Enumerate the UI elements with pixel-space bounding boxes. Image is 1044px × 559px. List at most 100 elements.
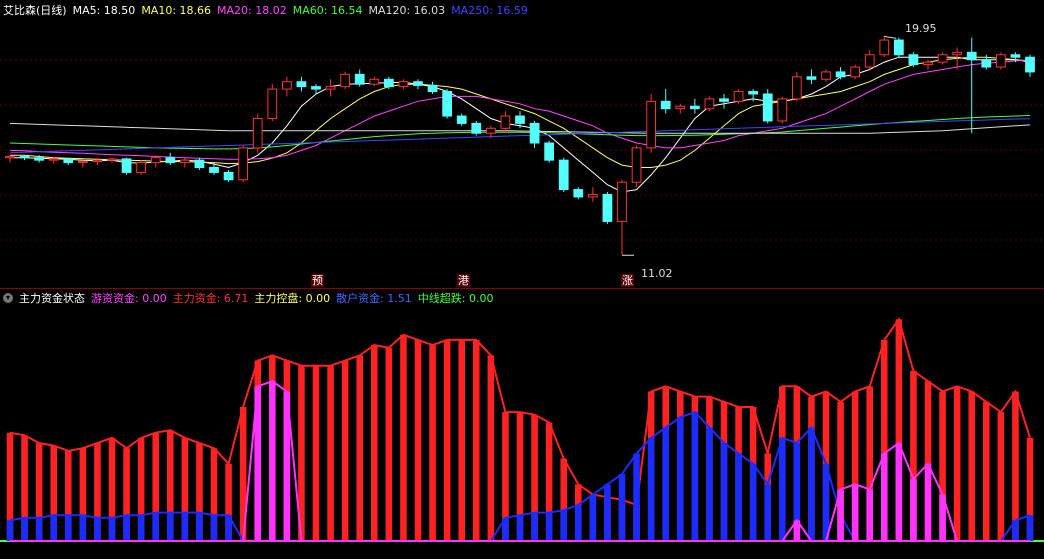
retail-funds-bar: [808, 427, 815, 541]
candle-body-up: [136, 162, 147, 173]
candle-body-down: [121, 158, 132, 173]
main-funds-bar: [968, 391, 975, 541]
candle: [456, 113, 467, 126]
candle-body-up: [179, 159, 190, 164]
candle-body-up: [587, 193, 598, 198]
candle-body-down: [966, 51, 977, 61]
candle: [107, 157, 117, 163]
candle: [442, 89, 453, 119]
candle: [77, 160, 88, 168]
candle-body-down: [558, 159, 569, 191]
candle-body-up: [325, 86, 336, 90]
candle: [281, 76, 292, 97]
candle: [777, 96, 788, 124]
candle: [762, 89, 773, 124]
candle-body-down: [19, 155, 30, 159]
retail-funds-bar: [181, 512, 189, 541]
retail-funds-bar: [735, 453, 742, 541]
candle: [19, 155, 30, 161]
retail-funds-bar: [35, 517, 43, 541]
candle-body-down: [806, 76, 817, 80]
hot-money-bar-b: [895, 443, 903, 541]
candle-body-up: [92, 159, 103, 162]
candle-body-up: [995, 54, 1006, 68]
candle-body-up: [631, 147, 642, 183]
retail-funds-bar: [1026, 515, 1034, 541]
candle-body-down: [573, 189, 584, 198]
main-funds-bar: [458, 339, 465, 541]
candle-body-up: [238, 147, 249, 181]
hot-money-bar-b: [866, 489, 873, 541]
funds-status-chart[interactable]: [0, 289, 1044, 559]
retail-funds-bar: [123, 515, 130, 541]
retail-funds-bar: [65, 515, 72, 541]
candle-body-up: [107, 158, 117, 161]
candle-body-down: [34, 157, 45, 161]
retail-funds-bar: [647, 437, 655, 541]
main-funds-bar: [327, 365, 334, 541]
hot-money-bar-b: [881, 453, 888, 541]
candle-body-up: [150, 157, 161, 164]
candle-body-down: [1010, 54, 1021, 58]
candle-body-down: [689, 105, 700, 110]
candle-body-down: [602, 193, 613, 222]
retail-funds-bar: [589, 494, 597, 541]
candle: [179, 157, 190, 168]
candle: [850, 64, 861, 80]
candle-body-down: [529, 122, 540, 144]
candle-body-down: [1025, 56, 1035, 73]
candle-body-up: [485, 127, 496, 134]
candle-body-up: [48, 158, 59, 161]
candle: [719, 93, 729, 109]
candle-body-down: [427, 84, 438, 93]
candle-body-up: [646, 100, 657, 149]
candle-body-up: [369, 78, 380, 85]
retail-funds-bar: [516, 515, 524, 541]
candle: [689, 98, 700, 114]
main-funds-bar: [429, 345, 436, 541]
low-price-label: 11.02: [641, 267, 673, 280]
candle: [704, 96, 715, 112]
candle: [471, 120, 482, 136]
candle: [791, 71, 802, 102]
candle: [238, 145, 249, 183]
candle-body-up: [675, 105, 686, 110]
candle-body-down: [296, 81, 307, 88]
candle: [252, 113, 263, 153]
retail-funds-bar: [604, 484, 611, 541]
candle: [995, 52, 1006, 70]
main-funds-bar: [400, 334, 407, 541]
candle: [194, 157, 205, 170]
candle-body-down: [311, 86, 321, 90]
candle: [500, 111, 511, 134]
retail-funds-bar: [79, 515, 87, 541]
retail-funds-bar: [720, 443, 728, 541]
main-funds-bar: [371, 345, 378, 541]
main-funds-bar: [312, 365, 320, 541]
candle-body-up: [252, 117, 263, 149]
hot-money-bar-b: [910, 479, 917, 541]
candle: [602, 192, 613, 224]
high-pointer: [884, 35, 897, 39]
candle-body-down: [660, 100, 671, 110]
candle: [558, 157, 569, 193]
candle: [864, 49, 875, 70]
candle-body-down: [456, 115, 467, 124]
retail-funds-bar: [749, 463, 757, 541]
candle-body-up: [398, 81, 409, 88]
candle-body-up: [937, 54, 948, 63]
retail-funds-bar: [764, 484, 771, 541]
candle-body-down: [719, 98, 729, 102]
candle-body-down: [544, 142, 555, 161]
retail-funds-bar: [618, 473, 626, 541]
signal-marker-rise: 涨: [621, 274, 634, 287]
candle-body-up: [500, 115, 511, 129]
retail-funds-bar: [94, 517, 101, 541]
retail-funds-bar: [152, 512, 159, 541]
candle-body-down: [762, 93, 773, 122]
candle: [354, 69, 365, 87]
main-funds-bar: [997, 412, 1005, 541]
retail-funds-bar: [137, 515, 145, 541]
candlestick-chart[interactable]: [0, 0, 1044, 288]
main-funds-bar: [341, 360, 349, 541]
